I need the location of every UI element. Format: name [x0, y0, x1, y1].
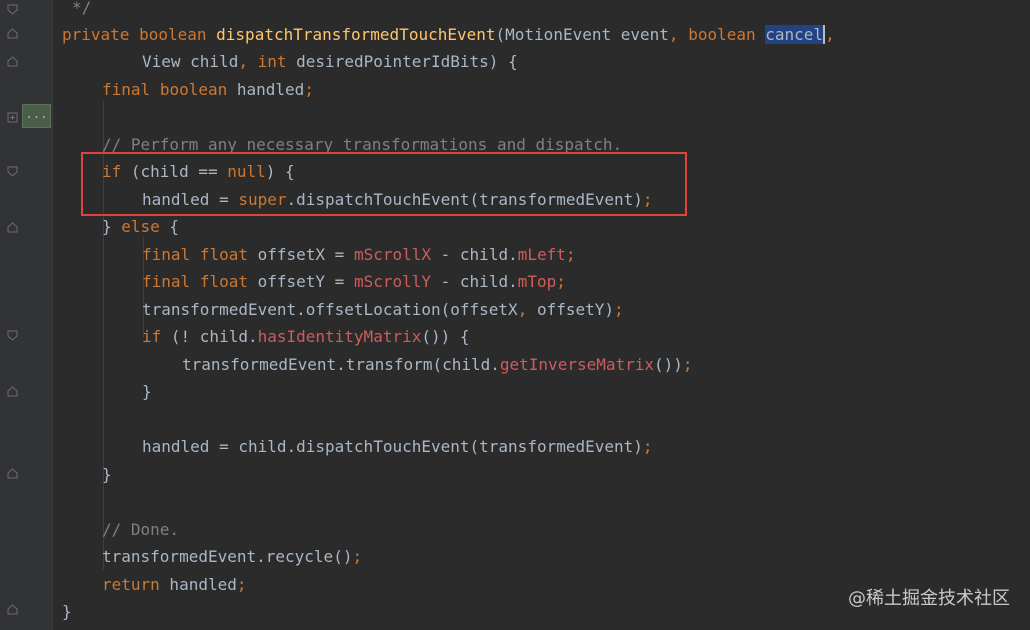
- code-line: handled = child.dispatchTouchEvent(trans…: [142, 433, 653, 460]
- text-token: }: [102, 465, 112, 484]
- code-line: }: [62, 598, 72, 625]
- text-token: {: [159, 217, 180, 236]
- fold-marker-icon[interactable]: [7, 166, 18, 177]
- code-line: }: [102, 461, 112, 488]
- punctuation-token: ;: [642, 437, 653, 456]
- code-line: return handled;: [102, 571, 247, 598]
- gutter-separator: [52, 0, 53, 630]
- fold-marker-icon[interactable]: [7, 222, 18, 233]
- collapsed-region-badge[interactable]: ...: [22, 104, 51, 128]
- punctuation-token: ;: [565, 245, 576, 264]
- keyword-token: else: [121, 217, 160, 236]
- text-token: transformedEvent.offsetLocation(offsetX: [142, 300, 518, 319]
- keyword-token: boolean: [139, 25, 207, 44]
- selected-text[interactable]: cancel: [765, 25, 826, 44]
- keyword-token: private: [62, 25, 130, 44]
- code-line: transformedEvent.transform(child.getInve…: [182, 351, 693, 378]
- punctuation-token: ;: [614, 300, 624, 319]
- field-token: mLeft: [517, 245, 566, 264]
- code-line: View child, int desiredPointerIdBits) {: [142, 48, 518, 75]
- code-line: } else {: [102, 213, 179, 240]
- punctuation-token: ;: [304, 80, 314, 99]
- punctuation-token: ;: [682, 355, 693, 374]
- text-token: (! child.: [161, 327, 258, 346]
- text-token: transformedEvent.transform(child.: [182, 355, 500, 374]
- code-line: final float offsetY = mScrollY - child.m…: [142, 268, 566, 295]
- method-name-token: dispatchTransformedTouchEvent: [216, 25, 496, 44]
- punctuation-token: ;: [236, 575, 247, 594]
- text-token: offsetY =: [247, 272, 354, 291]
- text-token: ()) {: [421, 327, 470, 346]
- field-token: mTop: [517, 272, 557, 291]
- keyword-token: return: [102, 575, 160, 594]
- comment-token: // Done.: [102, 520, 180, 539]
- watermark: @稀土掘金技术社区: [848, 588, 1010, 609]
- code-line: transformedEvent.recycle();: [102, 543, 362, 570]
- punctuation-token: ;: [556, 272, 566, 291]
- text-token: handled: [159, 575, 237, 594]
- code-line: transformedEvent.offsetLocation(offsetX,…: [142, 296, 624, 323]
- punctuation-token: ;: [352, 547, 363, 566]
- fold-marker-icon[interactable]: [7, 28, 18, 39]
- fold-marker-icon[interactable]: [7, 386, 18, 397]
- field-token: mScrollY: [353, 272, 432, 291]
- method-call-token: getInverseMatrix: [499, 355, 655, 374]
- code-line: */: [72, 0, 91, 21]
- text-token: offsetY): [527, 300, 615, 319]
- text-token: offsetX =: [247, 245, 354, 264]
- text-token: View child: [142, 52, 239, 71]
- comment-token: */: [72, 0, 92, 17]
- keyword-token: float: [199, 245, 248, 264]
- punctuation-token: ,: [517, 300, 528, 319]
- keyword-token: boolean: [688, 25, 756, 44]
- keyword-token: boolean: [159, 80, 228, 99]
- text-token: desiredPointerIdBits) {: [286, 52, 518, 71]
- punctuation-token: ,: [825, 25, 835, 44]
- code-line: }: [142, 378, 152, 405]
- fold-marker-icon[interactable]: [7, 604, 18, 615]
- text-token: ()): [654, 355, 683, 374]
- text-token: }: [102, 217, 122, 236]
- field-token: mScrollX: [353, 245, 432, 264]
- code-line: // Done.: [102, 516, 179, 543]
- punctuation-token: ,: [668, 25, 679, 44]
- punctuation-token: ,: [238, 52, 248, 71]
- fold-marker-icon[interactable]: [7, 56, 18, 67]
- code-line: if (! child.hasIdentityMatrix()) {: [142, 323, 470, 350]
- text-token: handled = child.dispatchTouchEvent(trans…: [142, 437, 643, 456]
- keyword-token: if: [142, 327, 162, 346]
- method-call-token: hasIdentityMatrix: [257, 327, 422, 346]
- code-line: final float offsetX = mScrollX - child.m…: [142, 241, 576, 268]
- text-token: handled: [227, 80, 305, 99]
- text-token: transformedEvent.recycle(): [102, 547, 353, 566]
- keyword-token: final: [142, 272, 191, 291]
- fold-collapsed-icon[interactable]: [7, 112, 18, 123]
- fold-marker-icon[interactable]: [7, 468, 18, 479]
- text-token: (MotionEvent event: [495, 25, 669, 44]
- keyword-token: float: [199, 272, 248, 291]
- text-token: - child.: [431, 272, 518, 291]
- keyword-token: final: [102, 80, 151, 99]
- code-line: final boolean handled;: [102, 76, 314, 103]
- keyword-token: int: [257, 52, 287, 71]
- text-token: }: [62, 602, 72, 621]
- fold-marker-icon[interactable]: [7, 4, 18, 15]
- annotation-highlight-box: [81, 152, 687, 216]
- fold-marker-icon[interactable]: [7, 330, 18, 341]
- text-token: - child.: [431, 245, 518, 264]
- text-token: }: [142, 382, 152, 401]
- keyword-token: final: [142, 245, 191, 264]
- code-line: private boolean dispatchTransformedTouch…: [62, 21, 835, 48]
- editor-gutter: [0, 0, 52, 630]
